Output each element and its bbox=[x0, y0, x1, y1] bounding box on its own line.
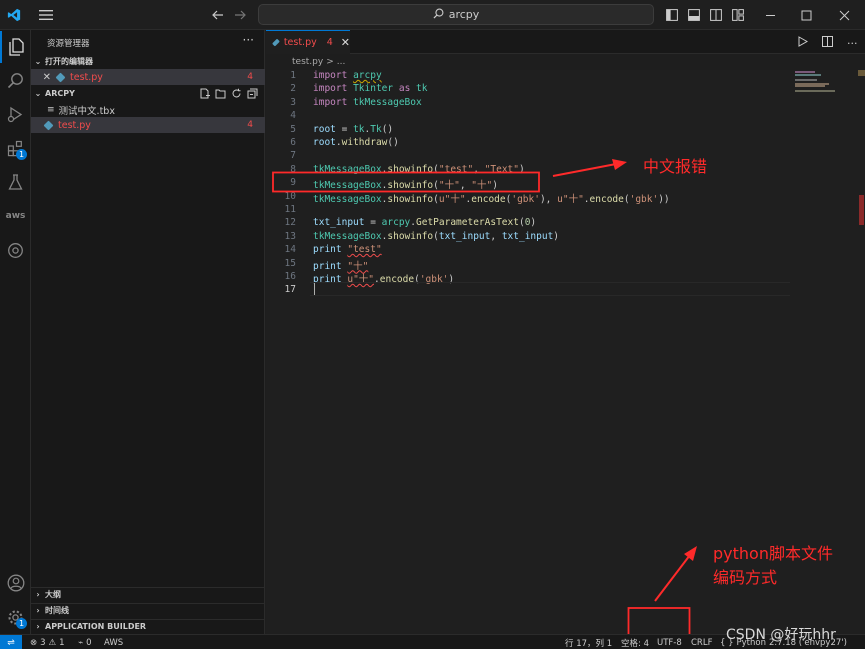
error-icon: ⊗ bbox=[30, 637, 38, 648]
eol-status[interactable]: CRLF bbox=[691, 636, 712, 649]
chinese-error-label: 中文报错 bbox=[643, 157, 708, 176]
chinese-error-arrowhead bbox=[612, 159, 627, 170]
encoding-status[interactable]: UTF-8 bbox=[657, 636, 682, 649]
cursor-position[interactable]: 行 17，列 1 bbox=[565, 636, 612, 649]
aws-status[interactable]: AWS bbox=[104, 636, 123, 649]
ports-status[interactable]: ⌁ 0 bbox=[78, 636, 92, 649]
watermark: CSDN @好玩hhr bbox=[726, 627, 836, 643]
indentation-status[interactable]: 空格: 4 bbox=[621, 636, 649, 649]
chinese-error-arrow-line bbox=[552, 163, 617, 177]
antenna-icon: ⌁ bbox=[78, 637, 84, 648]
remote-indicator-icon[interactable]: ⇌ bbox=[0, 635, 22, 649]
encoding-note-line-2: 编码方式 bbox=[713, 568, 778, 587]
encoding-note-line-1: python脚本文件 bbox=[713, 544, 833, 563]
chinese-error-line-box bbox=[272, 171, 540, 193]
problems-status[interactable]: ⊗ 3 ⚠ 1 bbox=[30, 636, 65, 649]
encoding-arrow-line bbox=[654, 554, 691, 602]
warning-icon: ⚠ bbox=[48, 637, 57, 648]
